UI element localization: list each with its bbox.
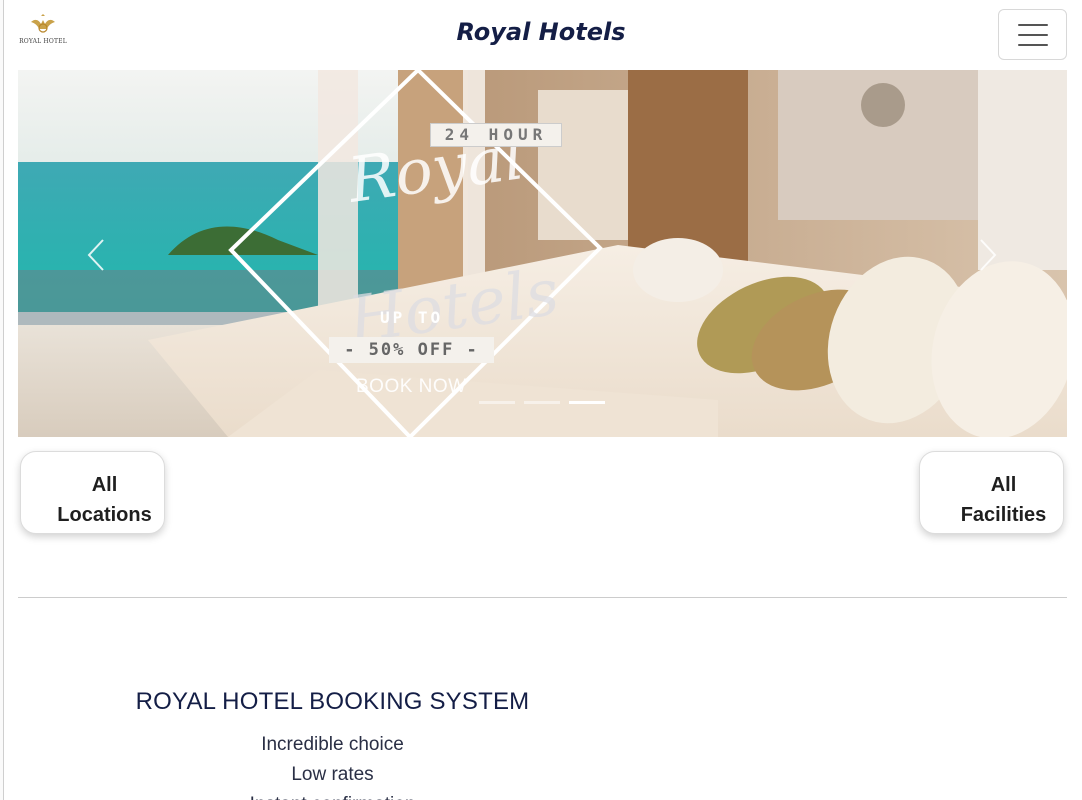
all-locations-button[interactable]: All Locations	[20, 451, 165, 534]
page-title: Royal Hotels	[456, 18, 626, 46]
chevron-right-icon	[980, 239, 997, 271]
carousel-next-button[interactable]	[968, 220, 1008, 290]
carousel-prev-button[interactable]	[76, 220, 116, 290]
carousel-indicators	[479, 401, 605, 404]
about-heading: ROYAL HOTEL BOOKING SYSTEM	[135, 688, 530, 715]
chevron-left-icon	[87, 239, 104, 271]
all-locations-line1: All	[91, 473, 118, 496]
hamburger-icon	[1017, 43, 1048, 46]
carousel-indicator-1[interactable]	[479, 401, 515, 404]
section-divider	[18, 597, 1067, 598]
about-section: ROYAL HOTEL BOOKING SYSTEM Incredible ch…	[130, 688, 535, 800]
list-item: Incredible choice	[261, 734, 404, 755]
all-facilities-button[interactable]: All Facilities	[919, 451, 1064, 534]
all-locations-line2: Locations	[57, 503, 152, 526]
page-left-edge	[0, 0, 4, 800]
all-facilities-line1: All	[990, 473, 1017, 496]
hero-carousel[interactable]: Royal 24 HOUR Hotels UP TO - 50% OFF - B…	[18, 70, 1067, 437]
menu-toggle-button[interactable]	[998, 9, 1067, 60]
list-item: Low rates	[291, 764, 374, 785]
feature-list: Incredible choice Low rates Instant conf…	[130, 730, 535, 800]
all-facilities-line2: Facilities	[960, 503, 1047, 526]
hamburger-icon	[1017, 33, 1048, 36]
carousel-indicator-2[interactable]	[524, 401, 560, 404]
carousel-indicator-3[interactable]	[569, 401, 605, 404]
list-item: Instant confirmation	[130, 790, 535, 800]
hotel-room-image	[18, 70, 1067, 437]
navbar: ROYAL HOTEL Royal Hotels	[0, 0, 1082, 70]
hamburger-icon	[1017, 23, 1048, 26]
